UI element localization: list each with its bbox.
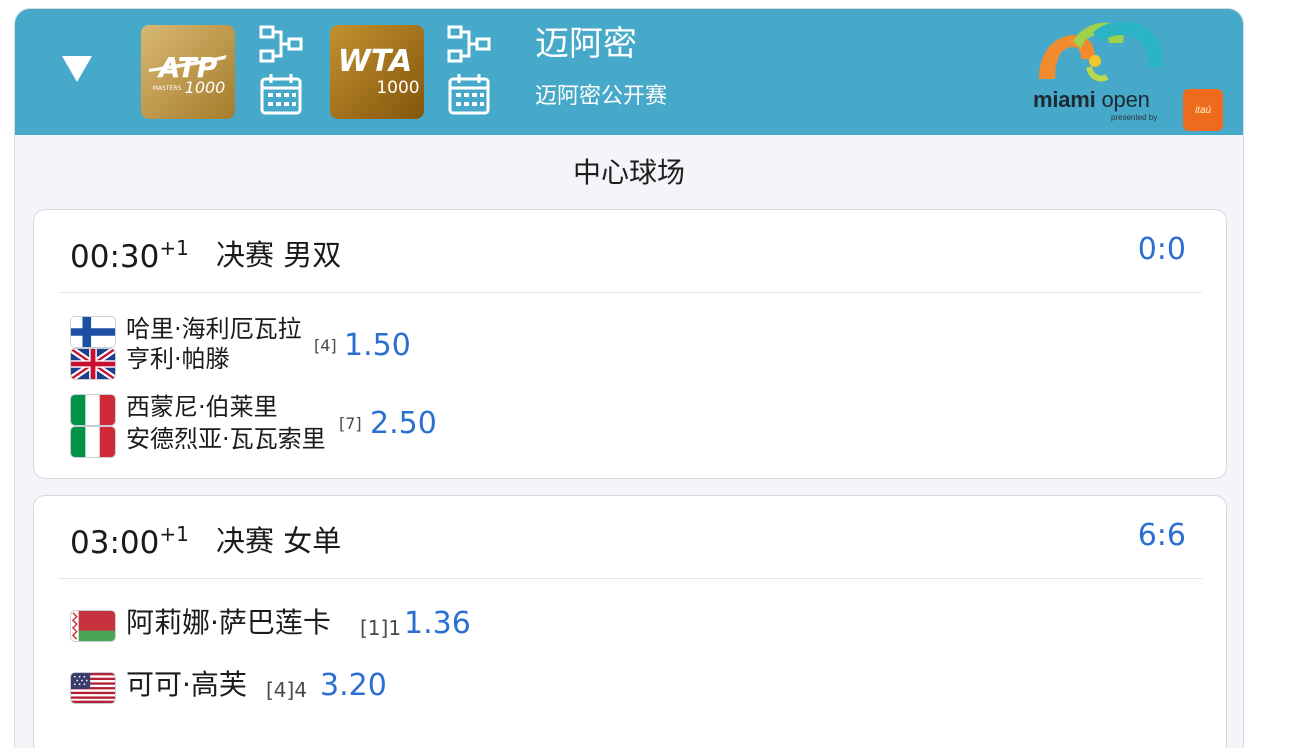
player-name[interactable]: 西蒙尼·伯莱里 bbox=[126, 392, 278, 422]
flag-belarus-icon bbox=[70, 610, 116, 642]
team-seed: [4]4 bbox=[266, 678, 308, 702]
collapse-triangle-icon bbox=[62, 56, 92, 82]
court-title: 中心球场 bbox=[572, 156, 685, 189]
team-seed: [4] bbox=[314, 336, 337, 355]
flag-united-kingdom-icon bbox=[70, 348, 116, 380]
team-seed: [1]1 bbox=[360, 616, 402, 640]
match-header: 03:00+1 决赛 女单 6:6 bbox=[34, 496, 1226, 580]
bracket-icon[interactable] bbox=[447, 25, 493, 65]
tournament-event-name: 迈阿密公开赛 bbox=[535, 84, 668, 109]
match-score: 0:0 bbox=[1137, 232, 1186, 267]
atp-1000-badge[interactable]: ATP MASTERS 1000 bbox=[141, 25, 235, 119]
wta-badge-level: 1000 bbox=[376, 78, 419, 98]
divider bbox=[58, 578, 1202, 579]
bracket-icon[interactable] bbox=[259, 25, 305, 65]
divider bbox=[58, 292, 1202, 293]
wta-tools bbox=[447, 25, 493, 117]
flag-italy-icon bbox=[70, 426, 116, 458]
team-odds[interactable]: 2.50 bbox=[370, 406, 437, 441]
match-time: 00:30+1 bbox=[70, 236, 189, 275]
miami-open-arc-icon bbox=[1039, 21, 1163, 82]
flag-italy-icon bbox=[70, 394, 116, 426]
calendar-icon[interactable] bbox=[447, 73, 493, 117]
collapse-button[interactable] bbox=[59, 51, 95, 87]
player-name[interactable]: 亨利·帕滕 bbox=[126, 344, 230, 374]
calendar-icon[interactable] bbox=[259, 73, 305, 117]
tournament-title: 迈阿密 迈阿密公开赛 bbox=[535, 23, 667, 111]
match-card[interactable]: 03:00+1 决赛 女单 6:6 阿莉娜·萨巴莲卡 [1]1 1.36 可可·… bbox=[33, 495, 1227, 748]
sponsor-logo: itaú bbox=[1183, 89, 1223, 131]
team-odds[interactable]: 3.20 bbox=[320, 668, 387, 703]
match-time: 03:00+1 bbox=[70, 522, 189, 561]
atp-tools bbox=[259, 25, 305, 117]
tournament-city: 迈阿密 bbox=[535, 24, 637, 64]
wta-badge-brand: WTA bbox=[338, 44, 412, 79]
match-card[interactable]: 00:30+1 决赛 男双 0:0 哈里·海利厄瓦拉 亨利·帕滕 [4] 1.5… bbox=[33, 209, 1227, 479]
atp-badge-level: 1000 bbox=[185, 78, 226, 97]
team-seed: [7] bbox=[339, 414, 362, 433]
flag-united-states-icon bbox=[70, 672, 116, 704]
atp-badge-sub: MASTERS bbox=[153, 85, 182, 92]
player-name[interactable]: 安德烈亚·瓦瓦索里 bbox=[126, 424, 326, 454]
miami-open-logo: miami open presented by itaú bbox=[1033, 19, 1233, 131]
flag-finland-icon bbox=[70, 316, 116, 348]
player-name[interactable]: 阿莉娜·萨巴莲卡 bbox=[126, 608, 331, 638]
tournament-panel: ATP MASTERS 1000 WTA 1000 迈阿密 迈阿密公开赛 mia… bbox=[14, 8, 1244, 748]
wta-1000-badge[interactable]: WTA 1000 bbox=[330, 25, 424, 119]
match-score: 6:6 bbox=[1137, 518, 1186, 553]
match-round: 决赛 男双 bbox=[216, 238, 342, 272]
tournament-header: ATP MASTERS 1000 WTA 1000 迈阿密 迈阿密公开赛 mia… bbox=[15, 9, 1243, 135]
team-odds[interactable]: 1.36 bbox=[404, 606, 471, 641]
logo-wordmark: miami open bbox=[1033, 87, 1150, 112]
logo-presented-by: presented by bbox=[1111, 113, 1158, 122]
match-header: 00:30+1 决赛 男双 0:0 bbox=[34, 210, 1226, 294]
match-round: 决赛 女单 bbox=[216, 524, 342, 558]
player-name[interactable]: 哈里·海利厄瓦拉 bbox=[126, 314, 302, 344]
team-odds[interactable]: 1.50 bbox=[344, 328, 411, 363]
player-name[interactable]: 可可·高芙 bbox=[126, 670, 247, 700]
